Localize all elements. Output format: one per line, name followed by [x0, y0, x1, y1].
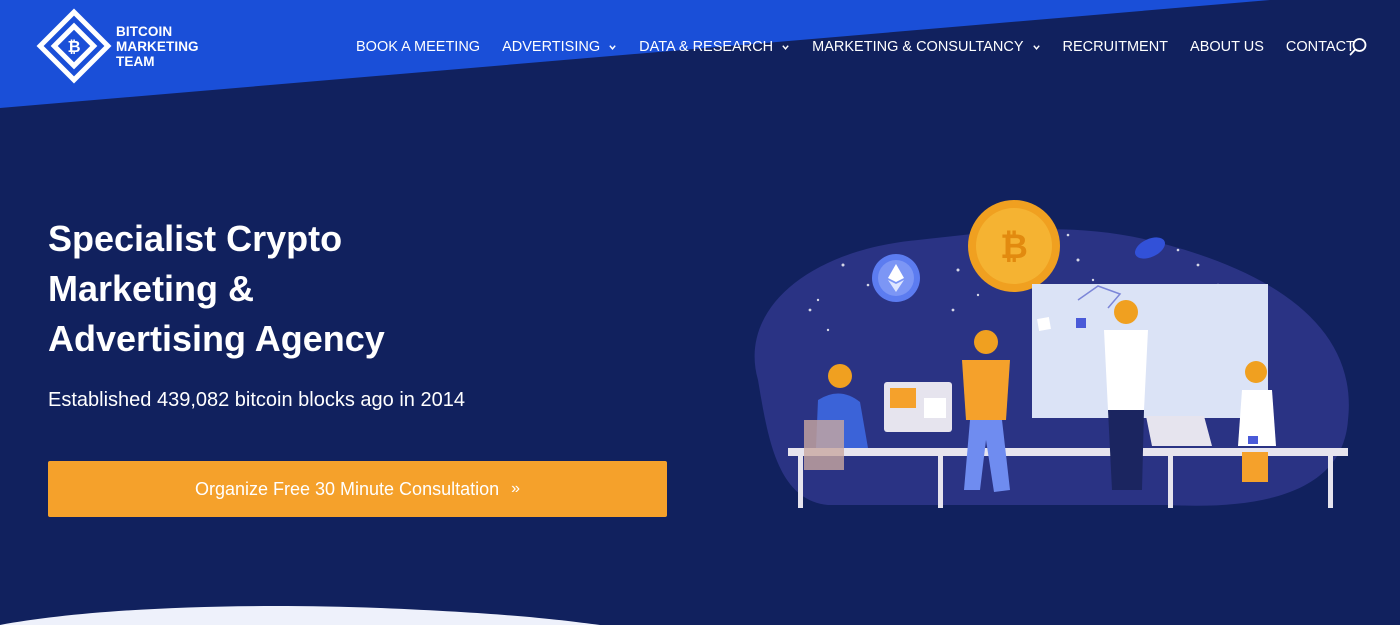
nav-item-contact[interactable]: CONTACT	[1286, 39, 1355, 55]
bottom-wave-divider	[0, 605, 600, 625]
site-header: ₿ BITCOIN MARKETING TEAM BOOK A MEETING …	[0, 0, 1400, 100]
logo-wordmark: BITCOIN MARKETING TEAM	[116, 24, 199, 69]
chevron-down-icon	[1032, 44, 1040, 50]
cta-label: Organize Free 30 Minute Consultation	[194, 478, 500, 499]
hero-title-line-3: Advertising Agency	[48, 318, 385, 359]
site-logo[interactable]: ₿ BITCOIN MARKETING TEAM	[36, 8, 199, 84]
team-crypto-illustration: ₿	[754, 200, 1349, 508]
nav-item-label: MARKETING & CONSULTANCY	[812, 39, 1024, 55]
double-chevron-right-icon: »	[511, 480, 521, 497]
nav-item-marketing-consultancy[interactable]: MARKETING & CONSULTANCY	[812, 39, 1040, 55]
logo-line-2: MARKETING	[116, 38, 199, 54]
nav-item-label: ABOUT US	[1190, 39, 1264, 55]
nav-item-recruitment[interactable]: RECRUITMENT	[1063, 39, 1169, 55]
logo-line-1: BITCOIN	[116, 23, 173, 39]
svg-text:₿: ₿	[1000, 228, 1028, 266]
nav-item-label: BOOK A MEETING	[356, 39, 481, 55]
hero-subtitle: Established 439,082 bitcoin blocks ago i…	[48, 389, 465, 411]
bitcoin-diamond-logo-icon: ₿	[36, 8, 112, 84]
nav-item-about-us[interactable]: ABOUT US	[1190, 39, 1264, 55]
hero-title-line-2: Marketing &	[48, 268, 255, 309]
nav-item-label: DATA & RESEARCH	[639, 39, 774, 55]
nav-item-label: ADVERTISING	[502, 39, 601, 55]
hero-title: Specialist Crypto Marketing & Advertisin…	[48, 214, 518, 364]
chevron-down-icon	[782, 44, 789, 50]
consultation-cta-button[interactable]: Organize Free 30 Minute Consultation »	[48, 461, 667, 517]
main-nav: BOOK A MEETING ADVERTISING DATA & RESEAR…	[356, 36, 1355, 58]
nav-item-advertising[interactable]: ADVERTISING	[502, 39, 617, 55]
nav-item-label: CONTACT	[1285, 39, 1355, 55]
logo-line-3: TEAM	[116, 53, 155, 69]
hero-title-line-1: Specialist Crypto	[48, 218, 343, 259]
nav-item-book-a-meeting[interactable]: BOOK A MEETING	[356, 39, 480, 55]
nav-item-data-research[interactable]: DATA & RESEARCH	[639, 39, 790, 55]
chevron-down-icon	[609, 44, 616, 50]
nav-item-label: RECRUITMENT	[1062, 39, 1169, 55]
svg-text:₿: ₿	[67, 38, 80, 56]
search-icon[interactable]	[1348, 37, 1368, 57]
